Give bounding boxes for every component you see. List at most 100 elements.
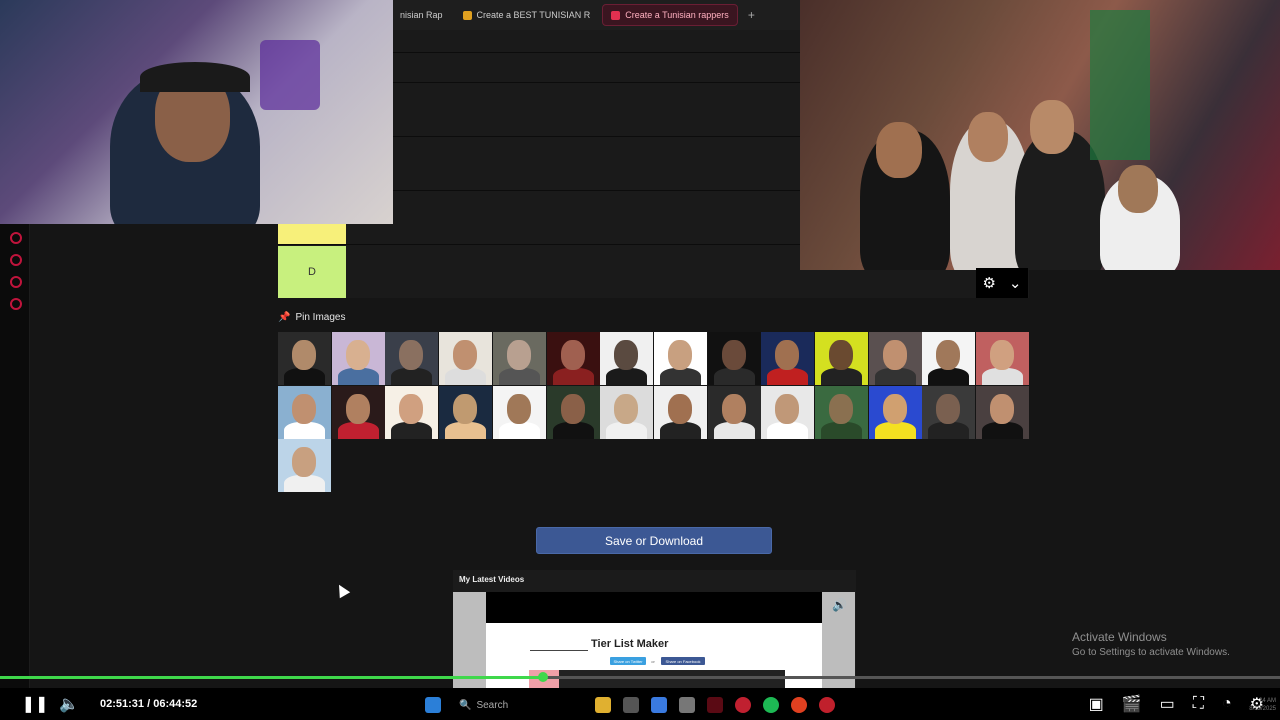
theater-icon[interactable]: ▣ <box>1089 688 1104 720</box>
face <box>292 394 316 424</box>
shoulders <box>714 422 755 439</box>
image-thumbnail[interactable] <box>922 386 975 439</box>
image-thumbnail[interactable] <box>761 332 814 385</box>
store-icon[interactable] <box>623 697 639 713</box>
shoulders <box>391 422 432 439</box>
clip-icon[interactable]: 🎬 <box>1122 688 1142 720</box>
face <box>292 447 316 477</box>
image-thumbnail[interactable] <box>869 386 922 439</box>
face <box>775 340 799 370</box>
tab-label: nisian Rap <box>400 10 443 20</box>
shoulders <box>391 368 432 385</box>
image-thumbnail[interactable] <box>385 386 438 439</box>
app-icon-stop[interactable] <box>819 697 835 713</box>
face <box>561 340 585 370</box>
tab-best-tunisian[interactable]: Create a BEST TUNISIAN R <box>455 4 599 26</box>
file-explorer-icon[interactable] <box>595 697 611 713</box>
image-thumbnail[interactable] <box>600 332 653 385</box>
windows-start-icon[interactable] <box>425 697 441 713</box>
image-thumbnail[interactable] <box>493 386 546 439</box>
cam-controls[interactable]: ⚙ ⌄ <box>976 268 1028 298</box>
face <box>346 340 370 370</box>
pause-icon: ❚❚ <box>21 696 49 713</box>
chat-icon[interactable] <box>10 276 22 288</box>
settings-icon[interactable] <box>10 298 22 310</box>
image-thumbnail[interactable] <box>869 332 922 385</box>
webcam-guests <box>800 0 1280 270</box>
app-icon[interactable] <box>679 697 695 713</box>
spotify-icon[interactable] <box>763 697 779 713</box>
face <box>775 394 799 424</box>
face <box>936 340 960 370</box>
image-thumbnail[interactable] <box>708 332 761 385</box>
image-thumbnail[interactable] <box>547 386 600 439</box>
play-circle-icon[interactable] <box>10 232 22 244</box>
video-preview-title: Tier List Maker <box>591 638 669 650</box>
face <box>399 340 423 370</box>
new-tab-button[interactable]: + <box>742 8 761 22</box>
image-thumbnail[interactable] <box>493 332 546 385</box>
chevron-down-icon[interactable]: ⌄ <box>1009 274 1022 292</box>
shoulders <box>553 422 594 439</box>
seek-progress <box>0 676 543 679</box>
divider <box>530 650 588 651</box>
speaker-icon[interactable]: 🔊 <box>832 598 847 612</box>
taskbar: 🔍 Search <box>425 692 835 718</box>
shoulders <box>767 368 808 385</box>
share-facebook-button: Share on Facebook <box>661 657 705 665</box>
image-thumbnail[interactable] <box>278 439 331 492</box>
image-thumbnail[interactable] <box>332 332 385 385</box>
image-thumbnail[interactable] <box>922 332 975 385</box>
volume-button[interactable]: 🔈 <box>52 688 86 720</box>
face <box>614 394 638 424</box>
watermark-line-2: Go to Settings to activate Windows. <box>1072 647 1230 658</box>
image-thumbnail[interactable] <box>976 386 1029 439</box>
shoulders <box>821 368 862 385</box>
browser-tab-strip: nisian Rap Create a BEST TUNISIAN R Crea… <box>392 0 800 30</box>
image-thumbnail[interactable] <box>815 332 868 385</box>
image-thumbnail[interactable] <box>332 386 385 439</box>
image-thumbnail[interactable] <box>708 386 761 439</box>
image-thumbnail[interactable] <box>439 386 492 439</box>
search-icon: 🔍 <box>459 699 472 711</box>
tier-label-d[interactable]: D <box>278 246 346 298</box>
shoulders <box>606 368 647 385</box>
shoulders <box>767 422 808 439</box>
pin-icon: 📌 <box>278 312 291 323</box>
tier-label-c[interactable] <box>278 224 346 244</box>
tab-label: Create a Tunisian rappers <box>625 10 729 20</box>
image-thumbnail[interactable] <box>547 332 600 385</box>
tab-tunisian-rappers[interactable]: Create a Tunisian rappers <box>602 4 738 26</box>
face <box>722 340 746 370</box>
app-icon-circle[interactable] <box>735 697 751 713</box>
image-thumbnail[interactable] <box>600 386 653 439</box>
tier-label-text: D <box>308 266 316 278</box>
edge-icon[interactable] <box>651 697 667 713</box>
image-thumbnail[interactable] <box>654 386 707 439</box>
seek-handle[interactable] <box>538 672 548 682</box>
shoulders <box>928 368 969 385</box>
save-download-button[interactable]: Save or Download <box>536 527 772 554</box>
pause-button[interactable]: ❚❚ <box>18 688 52 720</box>
tab-tunisian-rap[interactable]: nisian Rap <box>392 4 451 26</box>
miniplayer-icon[interactable]: ▭ <box>1160 688 1175 720</box>
image-thumbnail[interactable] <box>815 386 868 439</box>
shoulders <box>338 422 379 439</box>
fullscreen-icon[interactable]: ⛶ <box>1193 688 1204 720</box>
image-thumbnail[interactable] <box>761 386 814 439</box>
image-thumbnail[interactable] <box>278 386 331 439</box>
app-icon-red[interactable] <box>707 697 723 713</box>
speaker-icon: 🔈 <box>59 696 79 713</box>
taskbar-search[interactable]: 🔍 Search <box>453 694 583 716</box>
chrome-icon[interactable] <box>791 697 807 713</box>
image-thumbnail[interactable] <box>385 332 438 385</box>
image-thumbnail[interactable] <box>439 332 492 385</box>
clock-icon[interactable] <box>10 254 22 266</box>
time-current: 02:51:31 <box>100 698 145 710</box>
image-thumbnail[interactable] <box>976 332 1029 385</box>
image-thumbnail[interactable] <box>654 332 707 385</box>
gear-icon[interactable]: ⚙ <box>982 274 995 292</box>
speed-icon[interactable]: ◔ <box>1222 688 1232 720</box>
image-thumbnail[interactable] <box>278 332 331 385</box>
face <box>399 394 423 424</box>
